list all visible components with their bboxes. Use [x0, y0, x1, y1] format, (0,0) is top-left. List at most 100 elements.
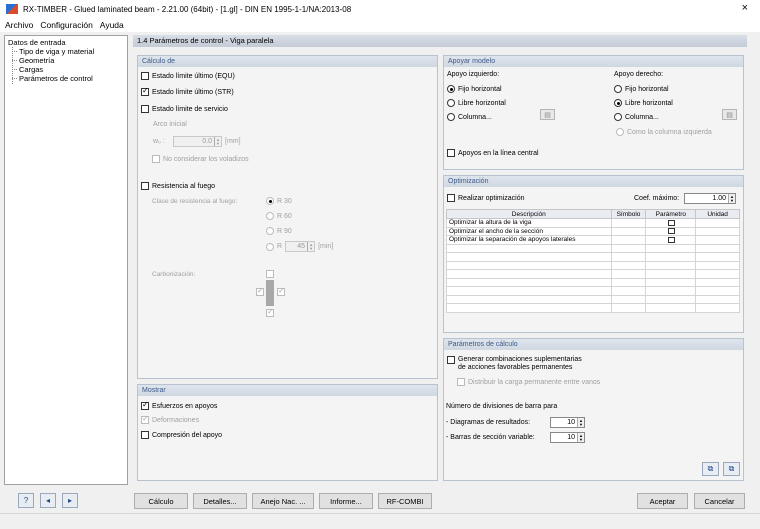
calculo-button[interactable]: Cálculo: [134, 493, 188, 509]
coef-input[interactable]: 1.00 ▲ ▼: [684, 193, 736, 204]
str-row[interactable]: Estado límite último (STR): [141, 86, 234, 96]
diagramas-spinner-icon[interactable]: ▲ ▼: [577, 418, 584, 427]
r30-row[interactable]: R 30: [266, 197, 292, 205]
distribuir-checkbox[interactable]: [457, 378, 465, 386]
realizar-checkbox[interactable]: [447, 194, 455, 202]
r90-row[interactable]: R 90: [266, 227, 292, 235]
izq-columna-row[interactable]: Columna...: [447, 113, 492, 121]
izq-libre-radio[interactable]: [447, 99, 455, 107]
compresion-row[interactable]: Compresión del apoyo: [141, 431, 222, 439]
title-bar: RX-TIMBER - Glued laminated beam - 2.21.…: [0, 0, 760, 18]
coef-spinner-icon[interactable]: ▲ ▼: [728, 194, 735, 203]
carb-left-checkbox[interactable]: [256, 286, 264, 296]
menu-configuracion[interactable]: Configuración: [40, 20, 92, 30]
opt-altura-checkbox[interactable]: [668, 219, 676, 226]
table-row: [446, 277, 740, 287]
next-icon[interactable]: ▸: [62, 493, 78, 508]
coef-label: Coef. máximo:: [634, 195, 680, 202]
apoyo-der-label: Apoyo derecho:: [614, 71, 664, 78]
r-spinner-icon[interactable]: ▲ ▼: [307, 242, 315, 251]
servicio-checkbox[interactable]: [141, 105, 149, 113]
deformaciones-row[interactable]: Deformaciones: [141, 414, 199, 424]
izq-fijo-radio[interactable]: [447, 85, 455, 93]
r30-radio[interactable]: [266, 197, 274, 205]
parametros-title: Parámetros de cálculo: [444, 339, 743, 350]
der-columna-edit-icon[interactable]: ▤: [722, 109, 737, 120]
voladizos-row[interactable]: No considerar los voladizos: [152, 155, 249, 163]
optimizacion-title: Optimización: [444, 176, 743, 187]
r60-radio[interactable]: [266, 212, 274, 220]
barras-input[interactable]: 10 ▲ ▼: [550, 432, 585, 443]
esfuerzos-checkbox[interactable]: [141, 400, 149, 410]
como-izq-radio[interactable]: [616, 128, 624, 136]
nav-item-tipo-viga[interactable]: Tipo de viga y material: [8, 47, 124, 56]
generar-checkbox[interactable]: [447, 356, 455, 364]
col-descripcion: Descripción: [446, 209, 612, 219]
opt-ancho-checkbox[interactable]: [668, 228, 676, 235]
fuego-row[interactable]: Resistencia al fuego: [141, 182, 215, 190]
detalles-button[interactable]: Detalles...: [193, 493, 247, 509]
izq-columna-radio[interactable]: [447, 113, 455, 121]
izq-libre-row[interactable]: Libre horizontal: [447, 99, 506, 107]
col-parametro: Parámetro: [645, 209, 697, 219]
cancelar-button[interactable]: Cancelar: [694, 493, 745, 509]
anejo-button[interactable]: Anejo Nac. ...: [252, 493, 314, 509]
izq-fijo-row[interactable]: Fijo horizontal: [447, 85, 502, 93]
previous-icon[interactable]: ◂: [40, 493, 56, 508]
fuego-checkbox[interactable]: [141, 182, 149, 190]
der-libre-radio[interactable]: [614, 99, 622, 107]
r-custom-row[interactable]: R 45 ▲ ▼ [min]: [266, 241, 333, 252]
servicio-row[interactable]: Estado límite de servicio: [141, 105, 228, 113]
der-fijo-row[interactable]: Fijo horizontal: [614, 85, 669, 93]
clase-fuego-label: Clase de resistencia al fuego:: [152, 198, 238, 205]
izq-columna-edit-icon[interactable]: ▤: [540, 109, 555, 120]
r90-radio[interactable]: [266, 227, 274, 235]
close-icon[interactable]: ×: [742, 2, 748, 14]
generar-row[interactable]: Generar combinaciones suplementarias de …: [447, 356, 582, 372]
menu-archivo[interactable]: Archivo: [5, 20, 33, 30]
r-custom-input[interactable]: 45 ▲ ▼: [285, 241, 316, 252]
der-columna-row[interactable]: Columna...: [614, 113, 659, 121]
nav-item-cargas[interactable]: Cargas: [8, 65, 124, 74]
aceptar-button[interactable]: Aceptar: [637, 493, 688, 509]
realizar-row[interactable]: Realizar optimización: [447, 194, 525, 202]
table-row: [446, 243, 740, 253]
diagramas-input[interactable]: 10 ▲ ▼: [550, 417, 585, 428]
der-columna-radio[interactable]: [614, 113, 622, 121]
nav-item-geometria[interactable]: Geometría: [8, 56, 124, 65]
opt-separacion-checkbox[interactable]: [668, 236, 676, 243]
der-libre-row[interactable]: Libre horizontal: [614, 99, 673, 107]
col-simbolo: Símbolo: [610, 209, 647, 219]
nav-item-parametros[interactable]: Parámetros de control: [8, 74, 124, 83]
linea-central-checkbox[interactable]: [447, 149, 455, 157]
distribuir-row[interactable]: Distribuir la carga permanente entre van…: [457, 378, 600, 386]
menu-ayuda[interactable]: Ayuda: [100, 20, 124, 30]
barras-spinner-icon[interactable]: ▲ ▼: [577, 433, 584, 442]
import-settings-icon[interactable]: ⧉: [702, 462, 719, 476]
carb-bottom-checkbox[interactable]: [266, 307, 274, 317]
deformaciones-checkbox[interactable]: [141, 414, 149, 424]
navigator-tree: Datos de entrada Tipo de viga y material…: [4, 35, 128, 485]
r60-row[interactable]: R 60: [266, 212, 292, 220]
help-icon[interactable]: ?: [18, 493, 34, 508]
diagramas-label: - Diagramas de resultados:: [446, 419, 531, 426]
carb-top-checkbox[interactable]: [266, 270, 274, 278]
como-izq-row[interactable]: Como la columna izquierda: [616, 128, 712, 136]
der-fijo-radio[interactable]: [614, 85, 622, 93]
informe-button[interactable]: Informe...: [319, 493, 373, 509]
equ-row[interactable]: Estado límite último (EQU): [141, 72, 235, 80]
equ-checkbox[interactable]: [141, 72, 149, 80]
export-settings-icon[interactable]: ⧉: [723, 462, 740, 476]
carb-right-checkbox[interactable]: [277, 286, 285, 296]
w0-input[interactable]: 0.0 ▲ ▼: [173, 136, 222, 147]
nav-root-datos[interactable]: Datos de entrada: [8, 38, 124, 47]
voladizos-checkbox[interactable]: [152, 155, 160, 163]
rfcombi-button[interactable]: RF-COMBI: [378, 493, 432, 509]
w0-spinner-icon[interactable]: ▲ ▼: [214, 137, 221, 146]
r-custom-radio[interactable]: [266, 242, 274, 251]
compresion-checkbox[interactable]: [141, 431, 149, 439]
esfuerzos-row[interactable]: Esfuerzos en apoyos: [141, 400, 217, 410]
menu-bar: Archivo Configuración Ayuda: [0, 18, 760, 32]
linea-central-row[interactable]: Apoyos en la línea central: [447, 149, 539, 157]
str-checkbox[interactable]: [141, 86, 149, 96]
